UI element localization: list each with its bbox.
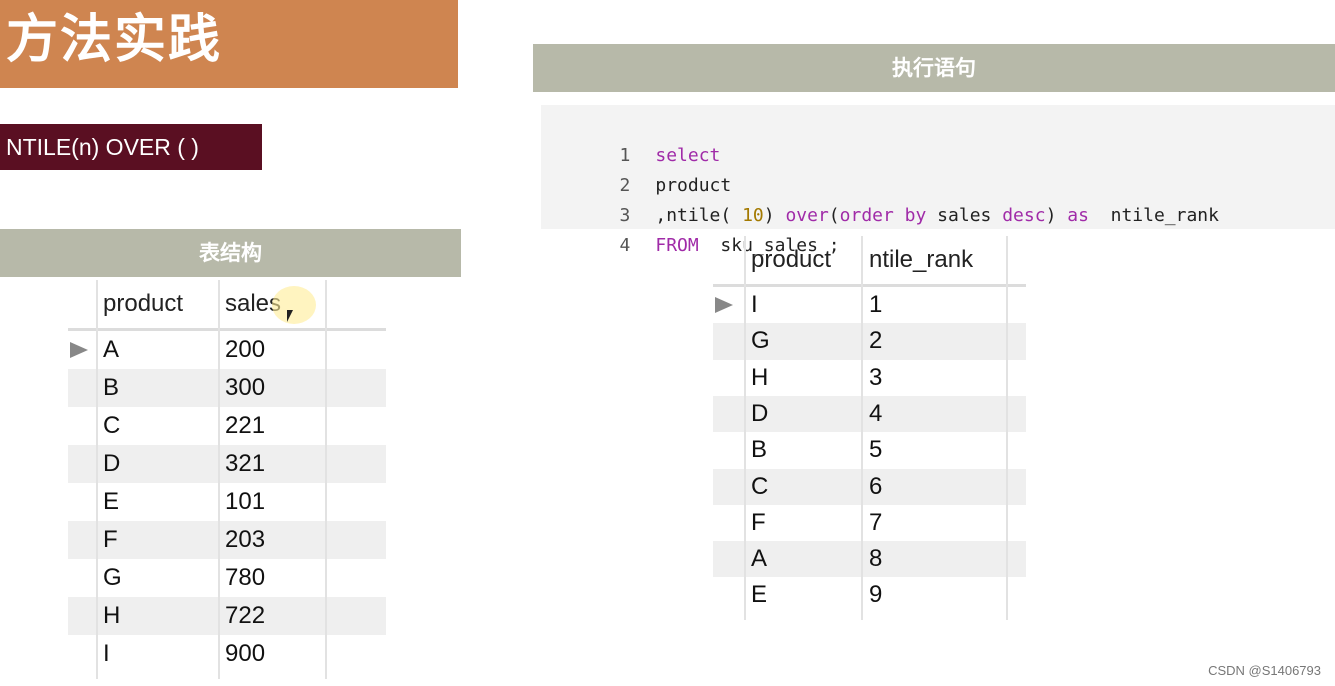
- table-row[interactable]: C6: [713, 468, 1026, 505]
- sales-cell: 722: [225, 602, 266, 629]
- table-row[interactable]: A 200: [68, 331, 386, 369]
- table-row[interactable]: E 101: [68, 483, 386, 521]
- result-table[interactable]: product ntile_rank I1G2H3D4B5C6F7A8E9: [713, 236, 1026, 620]
- table-header: product sales: [68, 280, 386, 328]
- product-cell: C: [103, 412, 121, 439]
- ntile-rank-cell: 1: [869, 291, 883, 318]
- sales-cell: 300: [225, 374, 266, 401]
- code-line-1: 1 select: [541, 111, 721, 166]
- watermark: CSDN @S1406793: [1208, 663, 1321, 678]
- table-row[interactable]: D 321: [68, 445, 386, 483]
- table-row[interactable]: A8: [713, 541, 1026, 578]
- ntile-rank-cell: 5: [869, 436, 883, 464]
- product-cell: I: [103, 640, 110, 667]
- sql-code-editor[interactable]: 1 select 2 product 3 ,ntile( 10) over(order…: [541, 105, 1335, 256]
- product-cell: C: [751, 472, 769, 500]
- product-cell: E: [751, 581, 768, 609]
- product-cell: F: [751, 508, 766, 536]
- column-divider: [218, 280, 220, 679]
- table-row[interactable]: F 203: [68, 521, 386, 559]
- table-header: product ntile_rank: [713, 236, 1026, 284]
- sales-cell: 321: [225, 450, 266, 477]
- sales-cell: 780: [225, 564, 266, 591]
- execute-statement-heading: 执行语句: [533, 44, 1335, 92]
- table-row[interactable]: C 221: [68, 407, 386, 445]
- table-row[interactable]: E9: [713, 577, 1026, 613]
- column-divider: [96, 280, 98, 679]
- line-number: 4: [619, 235, 631, 256]
- product-cell: I: [751, 291, 758, 318]
- ntile-rank-cell: 2: [869, 327, 883, 355]
- table-structure-heading: 表结构: [0, 229, 461, 277]
- keyword-as: as: [1067, 205, 1089, 226]
- product-cell: E: [103, 488, 120, 515]
- table-row[interactable]: G 780: [68, 559, 386, 597]
- keyword-order-by: order by: [839, 205, 927, 226]
- product-cell: H: [103, 602, 121, 629]
- sales-cell: 101: [225, 488, 266, 515]
- keyword-desc: desc: [1002, 205, 1046, 226]
- current-row-arrow-icon: [715, 297, 733, 314]
- product-cell: D: [751, 399, 769, 427]
- product-cell: B: [103, 374, 120, 401]
- table-row[interactable]: B 300: [68, 369, 386, 407]
- code-line-3: 3 ,ntile( 10) over(order by sales desc) a…: [541, 171, 1219, 226]
- sales-cell: 200: [225, 336, 266, 363]
- column-divider: [744, 236, 746, 620]
- sales-cell: 203: [225, 526, 266, 553]
- table-row[interactable]: G2: [713, 323, 1026, 360]
- product-cell: A: [751, 545, 768, 573]
- ntile-rank-cell: 9: [869, 581, 883, 609]
- column-header-product: product: [751, 246, 832, 273]
- column-header-ntile-rank: ntile_rank: [869, 246, 974, 273]
- column-divider: [861, 236, 863, 620]
- table-row[interactable]: D4: [713, 395, 1026, 433]
- ntile-rank-cell: 4: [869, 399, 883, 427]
- column-header-product: product: [103, 290, 184, 317]
- column-divider: [325, 280, 327, 679]
- ntile-rank-cell: 8: [869, 545, 883, 573]
- table-row[interactable]: H 722: [68, 597, 386, 635]
- code-line-4: 4 FROM sku_sales ;: [541, 201, 840, 256]
- mouse-cursor-icon: [287, 310, 293, 322]
- table-row[interactable]: I1: [713, 287, 1026, 323]
- page-title: 方法实践: [6, 10, 223, 70]
- product-cell: H: [751, 363, 769, 391]
- cursor-highlight: [272, 286, 316, 324]
- code-text: sales: [926, 205, 1003, 226]
- ntile-rank-cell: 3: [869, 363, 883, 391]
- current-row-arrow-icon: [70, 342, 88, 358]
- keyword-from: FROM: [655, 235, 699, 256]
- table-row[interactable]: B5: [713, 432, 1026, 468]
- product-cell: B: [751, 436, 768, 464]
- title-banner: 方法实践: [0, 0, 458, 88]
- code-line-2: 2 product: [541, 141, 732, 196]
- code-text: ntile_rank: [1088, 205, 1219, 226]
- code-text: ): [1045, 205, 1068, 226]
- sales-table[interactable]: product sales A 200 B 300 C 221 D 321 E 101 F 203 G 7…: [68, 280, 386, 680]
- ntile-rank-cell: 6: [869, 472, 883, 500]
- sales-cell: 221: [225, 412, 266, 439]
- product-cell: A: [103, 336, 120, 363]
- table-row[interactable]: H3: [713, 360, 1026, 396]
- sales-cell: 900: [225, 640, 266, 667]
- table-row[interactable]: I 900: [68, 635, 386, 673]
- product-cell: D: [103, 450, 121, 477]
- column-divider: [1006, 236, 1008, 620]
- ntile-rank-cell: 7: [869, 508, 883, 536]
- table-row[interactable]: F7: [713, 505, 1026, 541]
- product-cell: G: [751, 327, 770, 355]
- product-cell: G: [103, 564, 122, 591]
- function-label: NTILE(n) OVER ( ): [0, 124, 262, 170]
- product-cell: F: [103, 526, 118, 553]
